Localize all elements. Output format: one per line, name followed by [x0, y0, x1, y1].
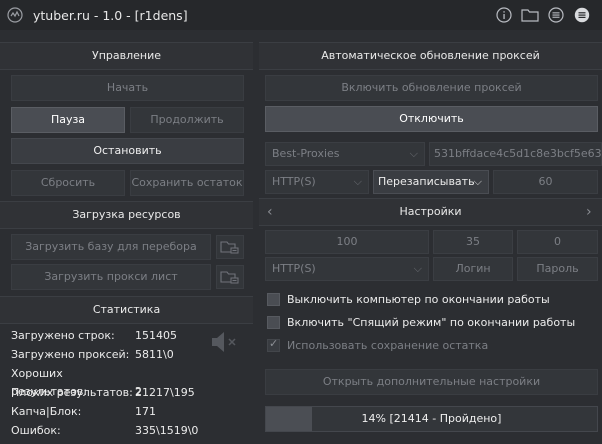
mute-speaker-icon[interactable]	[210, 330, 240, 357]
login-input[interactable]: Логин	[433, 257, 513, 281]
timeout-input[interactable]: 35	[433, 230, 513, 254]
app-logo-icon	[5, 5, 25, 25]
sleep-checkbox-row[interactable]: Включить "Спящий режим" по окончании раб…	[267, 313, 575, 331]
proxy-provider-select[interactable]: Best-Proxies ⌵	[265, 142, 425, 166]
right-panel: Автоматическое обновление проксей Включи…	[259, 40, 602, 444]
progress-bar: 14% [21414 - Пройдено]	[265, 406, 598, 432]
resources-header: Загрузка ресурсов	[0, 201, 253, 229]
chevron-down-icon: ⌵	[473, 175, 482, 188]
proxy-interval-input[interactable]: 60	[493, 170, 598, 194]
load-base-button[interactable]: Загрузить базу для перебора	[11, 234, 211, 260]
settings-header: Настройки	[259, 198, 602, 226]
sleep-checkbox[interactable]	[267, 315, 280, 329]
retries-input[interactable]: 0	[517, 230, 598, 254]
proxy-api-key-input[interactable]: 531bffdace4c5d1c8e3bcf5e6373	[429, 142, 602, 166]
save-rest-checkbox[interactable]	[267, 337, 280, 352]
list-icon[interactable]	[546, 5, 566, 25]
chevron-right-icon[interactable]: ›	[586, 204, 592, 220]
stat-row: Хороших результатов: 2	[11, 367, 142, 398]
stat-row: Плохих результатов: 21217\195	[11, 386, 195, 399]
stat-row: Капча|Блок: 171	[11, 405, 156, 418]
password-input[interactable]: Пароль	[517, 257, 598, 281]
save-rest-button[interactable]: Сохранить остаток	[130, 170, 244, 196]
reset-button[interactable]: Сбросить	[11, 170, 125, 196]
pause-button[interactable]: Пауза	[11, 107, 125, 133]
management-header: Управление	[0, 42, 253, 70]
shutdown-checkbox-row[interactable]: Выключить компьютер по окончании работы	[267, 290, 550, 308]
menu-icon[interactable]	[572, 5, 592, 25]
shutdown-checkbox[interactable]	[267, 292, 280, 306]
proxy-mode-select[interactable]: Перезаписывать ⌵	[373, 170, 489, 194]
progress-label: 14% [21414 - Пройдено]	[361, 412, 502, 425]
window-title: ytuber.ru - 1.0 - [r1dens]	[33, 7, 188, 23]
disable-proxy-update-button[interactable]: Отключить	[265, 106, 598, 132]
title-bar: ytuber.ru - 1.0 - [r1dens]	[0, 0, 602, 30]
info-icon[interactable]	[494, 5, 514, 25]
proxy-protocol-select[interactable]: HTTP(S) ⌵	[265, 170, 369, 194]
stop-button[interactable]: Остановить	[11, 138, 244, 164]
start-button[interactable]: Начать	[11, 75, 244, 101]
browse-proxy-folder-icon[interactable]	[216, 265, 244, 289]
left-panel: Управление Начать Пауза Продолжить Остан…	[0, 40, 253, 444]
stat-row: Загружено строк: 151405	[11, 329, 177, 342]
stat-row: Ошибок: 335\1519\0	[11, 424, 199, 437]
settings-protocol-select[interactable]: HTTP(S) ⌵	[265, 257, 429, 281]
chevron-down-icon: ⌵	[409, 147, 418, 160]
stat-row: Загружено проксей: 5811\0	[11, 348, 174, 361]
folder-icon[interactable]	[520, 5, 540, 25]
chevron-left-icon[interactable]: ‹	[267, 204, 273, 220]
resume-button[interactable]: Продолжить	[130, 107, 244, 133]
save-rest-checkbox-row[interactable]: Использовать сохранение остатка	[267, 336, 488, 354]
stats-header: Статистика	[0, 296, 253, 324]
proxy-update-header: Автоматическое обновление проксей	[259, 42, 602, 70]
chevron-down-icon: ⌵	[353, 175, 362, 188]
browse-base-folder-icon[interactable]	[216, 235, 244, 259]
enable-proxy-update-button[interactable]: Включить обновление проксей	[265, 75, 598, 101]
threads-input[interactable]: 100	[265, 230, 429, 254]
chevron-down-icon: ⌵	[413, 262, 422, 275]
open-more-settings-button[interactable]: Открыть дополнительные настройки	[265, 369, 598, 395]
load-proxy-button[interactable]: Загрузить прокси лист	[11, 264, 211, 290]
